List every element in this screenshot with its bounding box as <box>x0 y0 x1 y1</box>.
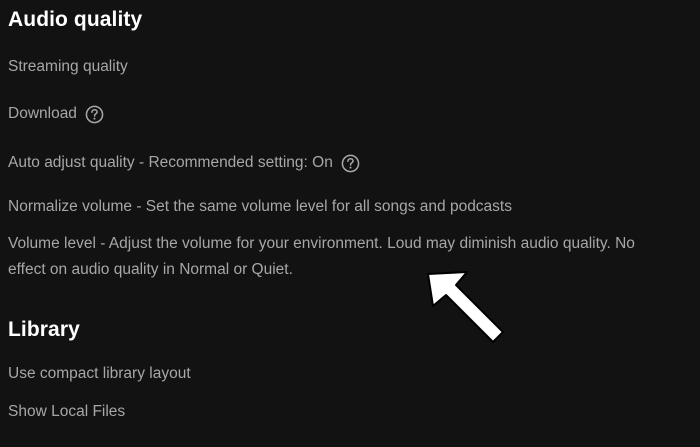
audio-quality-heading: Audio quality <box>8 8 143 31</box>
download-setting: Download <box>8 104 104 124</box>
show-local-files-setting: Show Local Files <box>8 402 125 422</box>
settings-page: Audio quality Streaming quality Download… <box>0 0 700 447</box>
volume-level-setting: Volume level - Adjust the volume for you… <box>8 231 648 283</box>
download-label: Download <box>8 105 77 122</box>
normalize-volume-setting: Normalize volume - Set the same volume l… <box>8 197 512 217</box>
auto-adjust-quality-setting: Auto adjust quality - Recommended settin… <box>8 153 360 173</box>
arrow-pointer-icon <box>420 262 510 352</box>
library-heading: Library <box>8 318 80 341</box>
streaming-quality-setting: Streaming quality <box>8 57 128 77</box>
auto-adjust-quality-label: Auto adjust quality - Recommended settin… <box>8 154 333 171</box>
streaming-quality-label: Streaming quality <box>8 58 128 75</box>
normalize-volume-label: Normalize volume - Set the same volume l… <box>8 198 512 215</box>
question-circle-icon[interactable] <box>341 154 360 173</box>
compact-library-layout-label: Use compact library layout <box>8 365 191 382</box>
show-local-files-label: Show Local Files <box>8 403 126 420</box>
compact-library-layout-setting: Use compact library layout <box>8 364 191 384</box>
volume-level-label: Volume level - Adjust the volume for you… <box>8 235 635 278</box>
question-circle-icon[interactable] <box>85 105 104 124</box>
